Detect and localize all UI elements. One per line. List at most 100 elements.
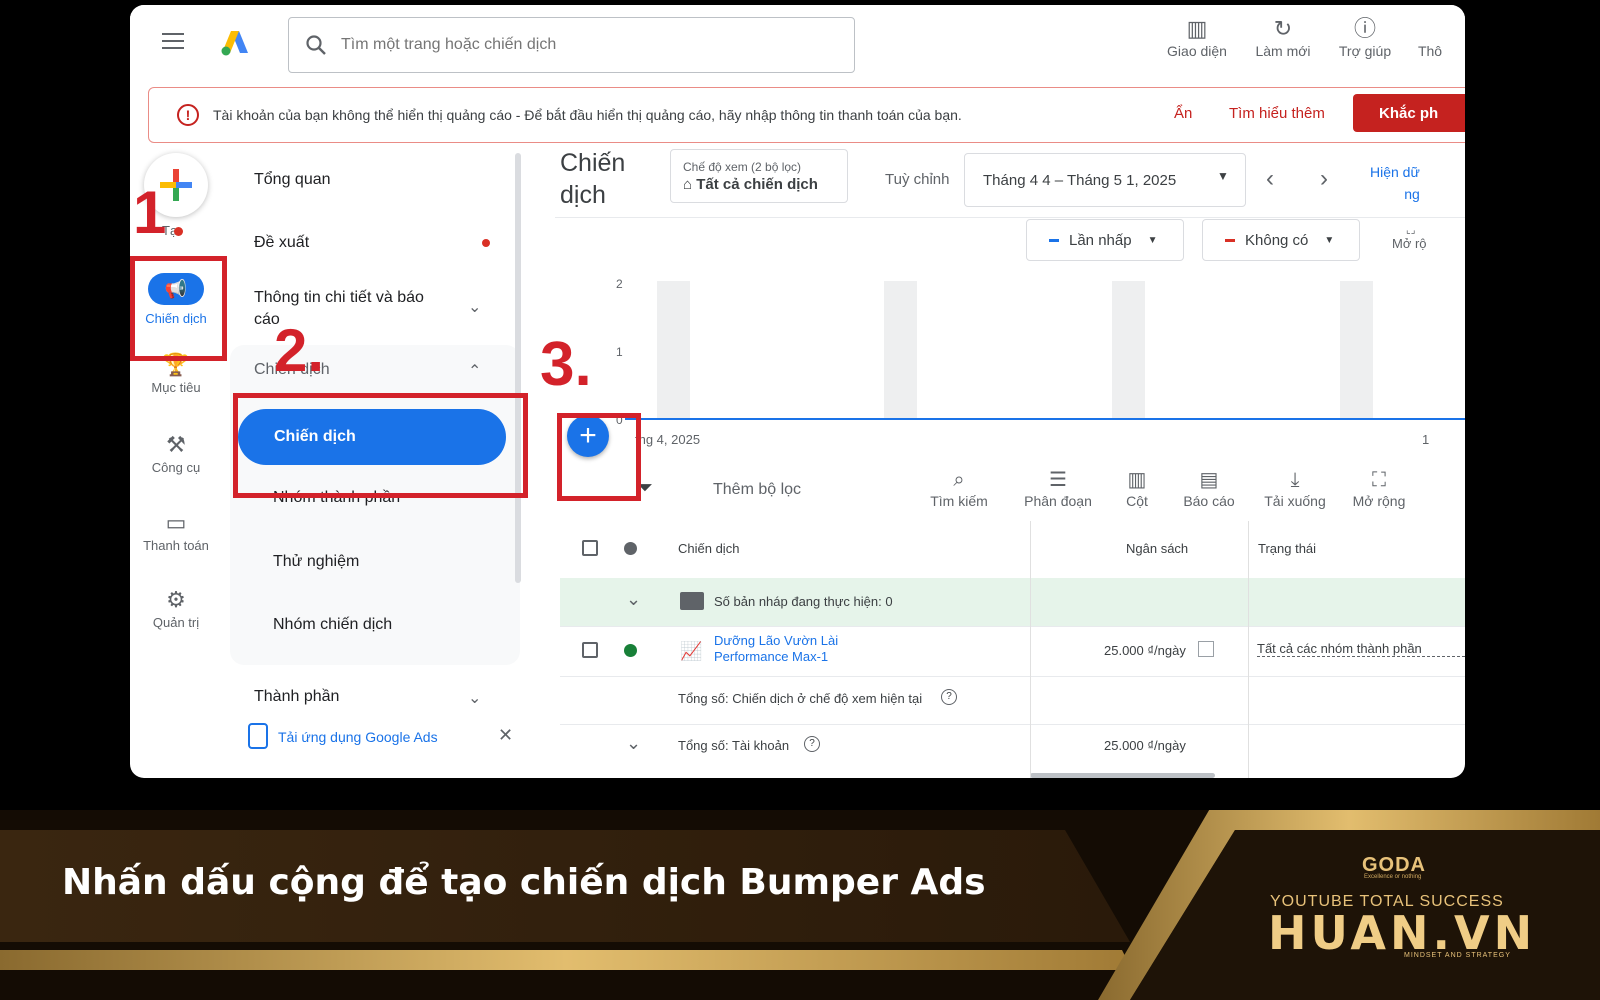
tool-expand[interactable]: ⛶ Mở rộng [1346, 467, 1412, 509]
step-3-label: 3. [540, 330, 592, 399]
nav-assets[interactable]: Thành phần [254, 688, 339, 706]
chevron-down-icon[interactable]: ⌄ [626, 733, 641, 754]
metric-selector-none[interactable]: Không có ▼ [1202, 219, 1360, 261]
chevron-down-icon[interactable]: ⌄ [468, 688, 481, 708]
view-mode-value: Tất cả chiến dịch [696, 175, 818, 193]
tool-reports[interactable]: ▤ Báo cáo [1178, 467, 1240, 509]
notifications-label: Thô [1417, 43, 1443, 59]
refresh-button[interactable]: ↻ Làm mới [1248, 15, 1318, 59]
campaign-budget: 25.000 ₫/ngày [1104, 643, 1186, 658]
y-tick-1: 1 [616, 345, 623, 359]
dropdown-arrow-icon: ▼ [1324, 234, 1335, 246]
help-label: Trợ giúp [1338, 43, 1392, 59]
step-1-label: 1 [133, 179, 167, 246]
previous-period-icon[interactable]: ‹ [1266, 165, 1274, 193]
tool-columns[interactable]: ▥ Cột [1116, 467, 1158, 509]
row-checkbox[interactable] [582, 642, 598, 658]
expand-chart-button[interactable]: ⌞⌟ Mở rộ [1392, 225, 1427, 251]
chevron-up-icon[interactable]: ⌃ [468, 361, 481, 381]
expand-chart-label: Mở rộ [1392, 236, 1427, 251]
get-app-link[interactable]: Tải ứng dụng Google Ads [278, 729, 438, 745]
edit-budget-icon[interactable] [1198, 641, 1214, 657]
tool-expand-label: Mở rộng [1352, 493, 1406, 509]
total-view-label: Tổng số: Chiến dịch ở chế độ xem hiện tạ… [678, 691, 923, 706]
tool-segment[interactable]: ☰ Phân đoạn [1018, 467, 1098, 509]
campaign-name-line-1: Dưỡng Lão Vườn Lài [714, 633, 839, 648]
download-icon: ⤓ [1290, 469, 1300, 491]
rail-tools[interactable]: ⚒ Công cụ [130, 430, 222, 475]
add-filter-button[interactable]: Thêm bộ lọc [713, 481, 801, 499]
rail-admin-label: Quản trị [152, 615, 200, 630]
search-icon: ⌕ [953, 469, 965, 491]
search-input[interactable] [339, 35, 823, 55]
status-dot-enabled [624, 644, 637, 657]
create-badge [174, 227, 183, 236]
campaign-type-icon: 📈 [680, 641, 703, 661]
column-header-status[interactable]: Trạng thái [1258, 541, 1316, 556]
weekend-band [1340, 281, 1373, 419]
rail-goals-label: Mục tiêu [151, 380, 201, 395]
nav-campaign-groups[interactable]: Nhóm chiến dịch [273, 616, 392, 634]
date-range-selector[interactable]: Tháng 4 4 – Tháng 5 1, 2025 ▼ [964, 153, 1246, 207]
view-mode-label: Chế độ xem (2 bộ lọc) [683, 159, 802, 174]
reports-icon: ▤ [1199, 469, 1219, 491]
tool-download-label: Tải xuống [1264, 493, 1326, 509]
nav-experiments[interactable]: Thử nghiệm [273, 553, 359, 571]
next-period-icon[interactable]: › [1320, 165, 1328, 193]
total-account-label: Tổng số: Tài khoản [678, 738, 790, 753]
metric-clicks-label: Lần nhấp [1069, 231, 1132, 249]
columns-icon: ▥ [1127, 469, 1147, 491]
expand-icon: ⌞⌟ [1406, 225, 1416, 236]
banner-caption: Nhấn dấu cộng để tạo chiến dịch Bumper A… [62, 862, 986, 903]
status-dot-header [624, 542, 637, 555]
tool-reports-label: Báo cáo [1183, 493, 1235, 509]
metric-selector-clicks[interactable]: Lần nhấp ▼ [1026, 219, 1184, 261]
billing-alert: ! Tài khoản của bạn không thể hiển thị q… [148, 87, 1465, 143]
card-icon: ▭ [165, 510, 187, 535]
google-ads-window: ▥ Giao diện ↻ Làm mới ⓘ Trợ giúp Thô ! T… [130, 5, 1465, 778]
highlight-box-campaigns-nav [233, 393, 528, 498]
learn-more-link[interactable]: Tìm hiểu thêm [1229, 105, 1325, 122]
rail-admin[interactable]: ⚙ Quản trị [130, 585, 222, 630]
help-icon[interactable]: ? [941, 689, 957, 705]
help-icon[interactable]: ? [804, 736, 820, 752]
column-header-campaign[interactable]: Chiến dịch [678, 541, 739, 556]
metric-none-label: Không có [1245, 231, 1309, 249]
x-tick-start: thg 4, 2025 [635, 432, 701, 447]
appearance-button[interactable]: ▥ Giao diện [1162, 15, 1232, 59]
tool-download[interactable]: ⤓ Tải xuống [1258, 467, 1332, 509]
help-button[interactable]: ⓘ Trợ giúp [1330, 15, 1400, 59]
notification-icon [1410, 15, 1450, 43]
clicks-series-line [625, 418, 1465, 420]
notifications-button[interactable]: Thô [1410, 15, 1450, 59]
show-data-label-2: ng [1404, 186, 1420, 202]
view-mode-selector[interactable]: Chế độ xem (2 bộ lọc) ⌂ Tất cả chiến dịc… [670, 149, 848, 203]
campaign-status[interactable]: Tất cả các nhóm thành phần [1257, 641, 1465, 657]
nav-overview[interactable]: Tổng quan [254, 171, 331, 189]
hide-link[interactable]: Ẩn [1174, 105, 1192, 122]
fix-button[interactable]: Khắc ph [1353, 94, 1465, 132]
show-data-link[interactable]: Hiện dữ ng [1370, 161, 1420, 205]
rail-billing[interactable]: ▭ Thanh toán [130, 508, 222, 553]
home-icon: ⌂ [683, 175, 697, 193]
brand-tagline: MINDSET AND STRATEGY [1404, 952, 1511, 959]
appearance-label: Giao diện [1167, 43, 1227, 59]
close-icon[interactable]: ✕ [498, 725, 513, 746]
search-box[interactable] [288, 17, 855, 73]
campaign-name-link[interactable]: Dưỡng Lão Vườn Lài Performance Max-1 [714, 633, 838, 665]
google-ads-logo[interactable] [220, 29, 250, 57]
column-header-budget[interactable]: Ngân sách [1126, 541, 1188, 556]
weekend-band [657, 281, 690, 419]
select-all-checkbox[interactable] [582, 540, 598, 556]
nav-scrollbar[interactable] [515, 153, 521, 583]
menu-icon[interactable] [162, 33, 184, 51]
error-icon: ! [177, 104, 199, 126]
weekend-band [1112, 281, 1145, 419]
tool-search[interactable]: ⌕ Tìm kiếm [924, 467, 994, 509]
top-bar: ▥ Giao diện ↻ Làm mới ⓘ Trợ giúp Thô [130, 5, 1465, 83]
table-scrollbar[interactable] [1030, 773, 1215, 778]
tools-icon: ⚒ [166, 432, 186, 457]
chevron-down-icon[interactable]: ⌄ [626, 589, 641, 610]
nav-recommendations[interactable]: Đề xuất [254, 234, 309, 252]
chevron-down-icon[interactable]: ⌄ [468, 297, 481, 317]
